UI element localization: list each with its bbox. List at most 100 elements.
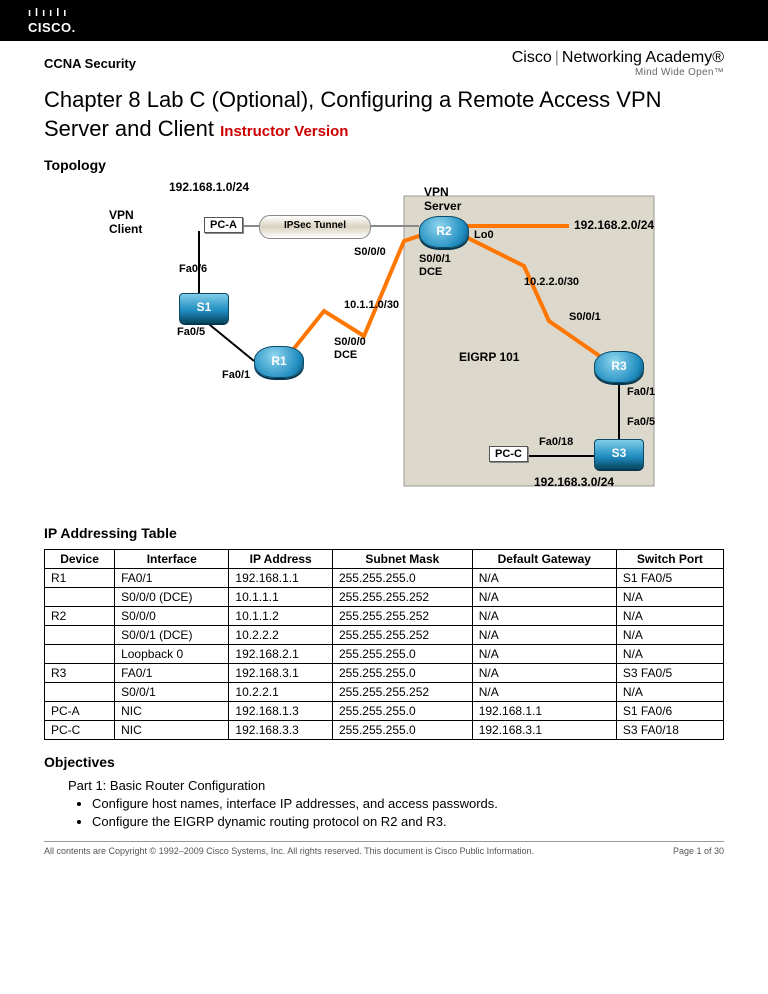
table-cell: 255.255.255.0 xyxy=(332,702,472,721)
table-cell: 192.168.1.1 xyxy=(229,569,333,588)
cisco-bars-icon: ılıılı xyxy=(28,8,740,19)
table-cell: 10.2.2.1 xyxy=(229,683,333,702)
table-cell: R3 xyxy=(45,664,115,683)
label-net1: 192.168.1.0/24 xyxy=(169,181,249,195)
table-header: Default Gateway xyxy=(472,550,616,569)
acad-rest: Networking Academy® xyxy=(562,49,724,66)
table-header: IP Address xyxy=(229,550,333,569)
table-cell: PC-C xyxy=(45,721,115,740)
table-cell: 255.255.255.0 xyxy=(332,645,472,664)
table-header: Switch Port xyxy=(616,550,723,569)
table-cell xyxy=(45,588,115,607)
table-cell: 255.255.255.252 xyxy=(332,626,472,645)
instructor-version-label: Instructor Version xyxy=(220,123,348,140)
table-header: Subnet Mask xyxy=(332,550,472,569)
ip-addressing-table: DeviceInterfaceIP AddressSubnet MaskDefa… xyxy=(44,549,724,740)
objective-bullet: Configure host names, interface IP addre… xyxy=(92,796,724,811)
table-cell: N/A xyxy=(472,569,616,588)
table-cell: N/A xyxy=(616,645,723,664)
section-topology: Topology xyxy=(44,157,724,173)
router-r2-icon: R2 xyxy=(419,216,469,248)
table-cell: 10.1.1.2 xyxy=(229,607,333,626)
table-cell: 255.255.255.0 xyxy=(332,721,472,740)
table-cell: 10.2.2.2 xyxy=(229,626,333,645)
table-row: PC-ANIC192.168.1.3255.255.255.0192.168.1… xyxy=(45,702,724,721)
table-cell: NIC xyxy=(115,702,229,721)
table-cell xyxy=(45,645,115,664)
switch-s1-icon: S1 xyxy=(179,293,229,323)
switch-s3-icon: S3 xyxy=(594,439,644,469)
page-title: Chapter 8 Lab C (Optional), Configuring … xyxy=(44,86,724,143)
label-fa01-a: Fa0/1 xyxy=(222,369,250,382)
table-cell xyxy=(45,683,115,702)
table-row: S0/0/110.2.2.1255.255.255.252N/AN/A xyxy=(45,683,724,702)
footer-page: Page 1 of 30 xyxy=(673,846,724,856)
acad-sep-icon: | xyxy=(555,49,559,66)
label-eigrp: EIGRP 101 xyxy=(459,351,519,365)
table-cell: S0/0/0 (DCE) xyxy=(115,588,229,607)
table-cell: Loopback 0 xyxy=(115,645,229,664)
table-cell: R1 xyxy=(45,569,115,588)
label-s000: S0/0/0 xyxy=(354,246,386,259)
acad-tagline: Mind Wide Open™ xyxy=(512,67,724,78)
router-r3-icon: R3 xyxy=(594,351,644,383)
table-row: R2S0/0/010.1.1.2255.255.255.252N/AN/A xyxy=(45,607,724,626)
table-header: Interface xyxy=(115,550,229,569)
table-cell: 192.168.2.1 xyxy=(229,645,333,664)
table-row: S0/0/1 (DCE)10.2.2.2255.255.255.252N/AN/… xyxy=(45,626,724,645)
table-cell: S1 FA0/6 xyxy=(616,702,723,721)
course-label: CCNA Security xyxy=(44,56,136,71)
label-fa05-b: Fa0/5 xyxy=(627,416,655,429)
table-cell: 192.168.1.1 xyxy=(472,702,616,721)
table-header: Device xyxy=(45,550,115,569)
table-cell: N/A xyxy=(472,607,616,626)
objectives-list: Configure host names, interface IP addre… xyxy=(92,796,724,829)
table-row: Loopback 0192.168.2.1255.255.255.0N/AN/A xyxy=(45,645,724,664)
label-net1022: 10.2.2.0/30 xyxy=(524,276,579,289)
table-cell: 192.168.3.1 xyxy=(472,721,616,740)
table-cell: N/A xyxy=(472,588,616,607)
table-cell: S0/0/0 xyxy=(115,607,229,626)
table-cell: N/A xyxy=(616,607,723,626)
label-net1011: 10.1.1.0/30 xyxy=(344,299,399,312)
label-fa06: Fa0/6 xyxy=(179,263,207,276)
label-s001-dce: S0/0/1 DCE xyxy=(419,253,451,278)
table-cell: R2 xyxy=(45,607,115,626)
section-objectives: Objectives xyxy=(44,754,724,770)
table-row: R1FA0/1192.168.1.1255.255.255.0N/AS1 FA0… xyxy=(45,569,724,588)
table-cell: N/A xyxy=(616,588,723,607)
table-cell: S3 FA0/18 xyxy=(616,721,723,740)
label-s000-dce: S0/0/0 DCE xyxy=(334,336,366,361)
table-cell: N/A xyxy=(472,626,616,645)
table-cell: 255.255.255.252 xyxy=(332,588,472,607)
table-cell: N/A xyxy=(616,626,723,645)
table-cell: FA0/1 xyxy=(115,664,229,683)
label-fa018: Fa0/18 xyxy=(539,436,573,449)
router-r1-icon: R1 xyxy=(254,346,304,378)
topology-diagram: 192.168.1.0/24 VPN Client VPN Server 192… xyxy=(104,181,664,511)
label-net3: 192.168.3.0/24 xyxy=(534,476,614,490)
label-vpn-client: VPN Client xyxy=(109,209,142,237)
label-net2: 192.168.2.0/24 xyxy=(574,219,654,233)
label-vpn-server: VPN Server xyxy=(424,186,461,214)
table-cell: S0/0/1 xyxy=(115,683,229,702)
table-cell xyxy=(45,626,115,645)
table-row: PC-CNIC192.168.3.3255.255.255.0192.168.3… xyxy=(45,721,724,740)
table-row: R3FA0/1192.168.3.1255.255.255.0N/AS3 FA0… xyxy=(45,664,724,683)
cisco-header: ılıılı CISCO. xyxy=(0,0,768,41)
label-lo0: Lo0 xyxy=(474,229,494,242)
table-cell: 255.255.255.0 xyxy=(332,664,472,683)
table-cell: 255.255.255.0 xyxy=(332,569,472,588)
section-ip-table: IP Addressing Table xyxy=(44,525,724,541)
ipsec-tunnel: IPSec Tunnel xyxy=(259,215,371,239)
table-cell: 10.1.1.1 xyxy=(229,588,333,607)
label-fa01-b: Fa0/1 xyxy=(627,386,655,399)
table-cell: N/A xyxy=(616,683,723,702)
table-cell: FA0/1 xyxy=(115,569,229,588)
table-cell: 192.168.1.3 xyxy=(229,702,333,721)
table-cell: S1 FA0/5 xyxy=(616,569,723,588)
pc-c-label: PC-C xyxy=(489,446,528,462)
objective-part1: Part 1: Basic Router Configuration xyxy=(68,778,724,793)
pc-a-label: PC-A xyxy=(204,217,243,233)
table-cell: 255.255.255.252 xyxy=(332,607,472,626)
